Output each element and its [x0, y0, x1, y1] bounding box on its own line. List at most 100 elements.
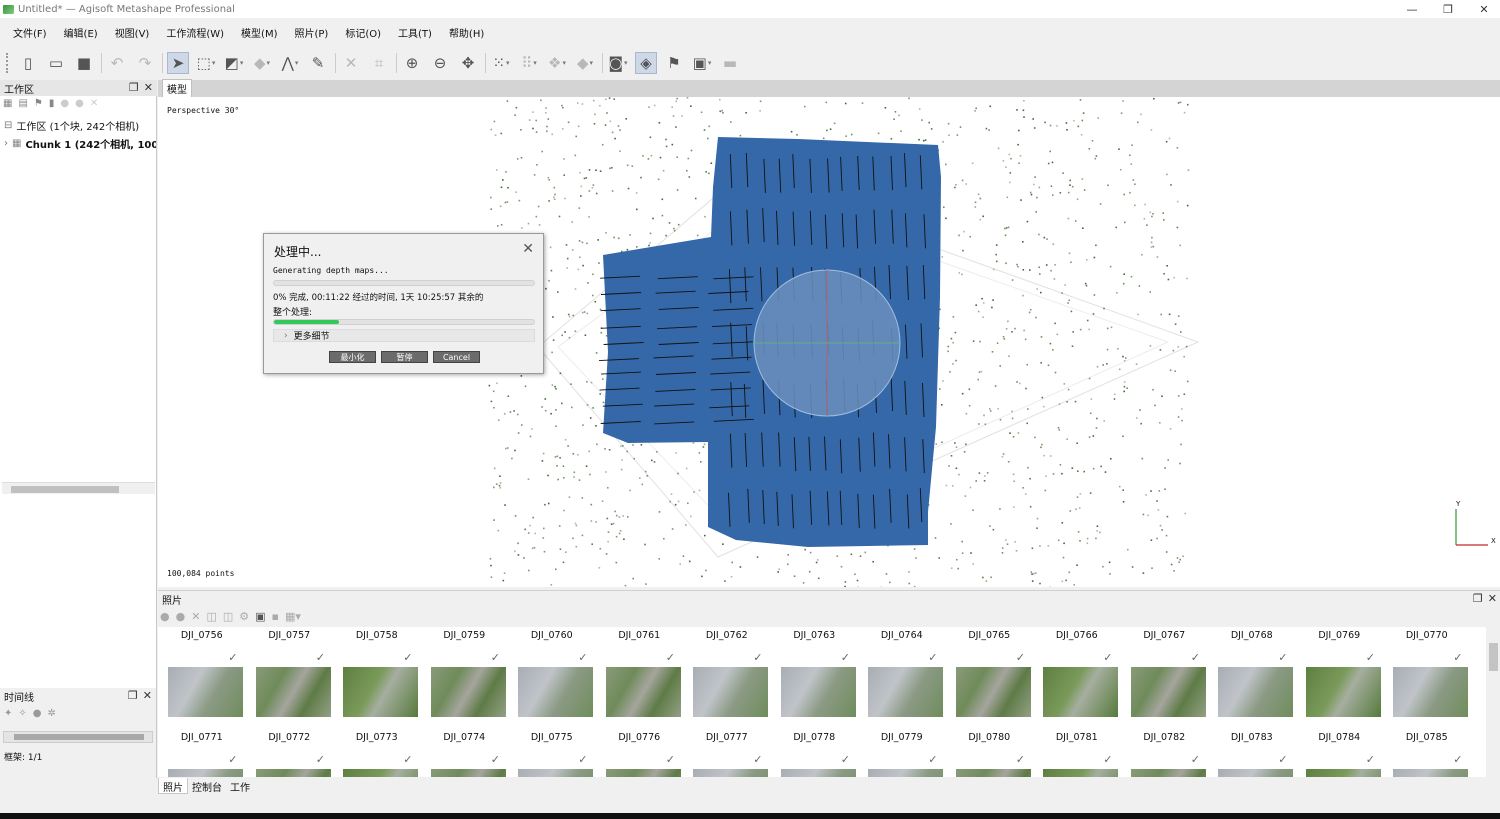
zoom-in-icon[interactable]: ⊕ — [401, 52, 423, 74]
menu-view[interactable]: 视图(V) — [115, 25, 150, 40]
ortho-icon[interactable]: ▬ — [719, 52, 741, 74]
photo-thumbnail[interactable]: DJI_0781 ✓ — [1033, 729, 1121, 777]
photo-thumbnail[interactable]: DJI_0760 ✓ — [508, 627, 596, 729]
show-cameras-icon[interactable]: ⁙ — [490, 52, 512, 74]
timeline-close-icon[interactable]: ✕ — [143, 689, 152, 702]
draw-polyline-icon[interactable]: ⋀ — [279, 52, 301, 74]
photos-close-icon[interactable]: ✕ — [1488, 592, 1497, 605]
workspace-hscroll-thumb[interactable] — [11, 486, 119, 493]
photo-image[interactable] — [430, 769, 506, 777]
tab-jobs[interactable]: 工作 — [226, 778, 254, 794]
photo-image[interactable] — [955, 667, 1031, 717]
photo-thumbnail[interactable]: DJI_0775 ✓ — [508, 729, 596, 777]
photo-image[interactable] — [518, 769, 593, 777]
redo-icon[interactable]: ↷ — [134, 52, 156, 74]
photo-image[interactable] — [518, 667, 593, 717]
photo-image[interactable] — [780, 769, 856, 777]
photo-image[interactable] — [343, 667, 418, 717]
dialog-close-icon[interactable]: ✕ — [522, 241, 534, 257]
photo-image[interactable] — [693, 769, 768, 777]
photo-image[interactable] — [1130, 667, 1206, 717]
photo-thumbnail[interactable]: DJI_0782 ✓ — [1121, 729, 1209, 777]
rectangle-selection-icon[interactable]: ⬚ — [195, 52, 217, 74]
photo-thumbnail[interactable]: DJI_0762 ✓ — [683, 627, 771, 729]
tab-photos[interactable]: 照片 — [158, 778, 188, 794]
close-pane-icon[interactable]: ✕ — [144, 81, 153, 94]
photo-image[interactable] — [955, 769, 1031, 777]
photo-thumbnail[interactable]: DJI_0779 ✓ — [858, 729, 946, 777]
photo-image[interactable] — [605, 769, 681, 777]
photo-image[interactable] — [693, 667, 768, 717]
photo-image[interactable] — [1305, 769, 1381, 777]
menu-model[interactable]: 模型(M) — [241, 25, 277, 40]
workspace-hscrollbar[interactable] — [2, 482, 155, 494]
timeline-add-icon[interactable]: ✦ — [4, 708, 12, 719]
intelligent-scissors-icon[interactable]: ◩ — [223, 52, 245, 74]
menu-help[interactable]: 帮助(H) — [449, 25, 484, 40]
toolbar-grip[interactable] — [6, 53, 9, 73]
tab-console[interactable]: 控制台 — [188, 778, 226, 794]
photo-image[interactable] — [605, 667, 681, 717]
capture-view-icon[interactable]: ◙ — [607, 52, 629, 74]
add-chunk-icon[interactable]: ▦ — [3, 98, 12, 109]
expand-arrow-icon[interactable]: › — [4, 138, 8, 149]
view-mode-icon[interactable]: ▦▾ — [285, 610, 301, 623]
timeline-slider[interactable] — [3, 731, 153, 743]
photo-thumbnail[interactable]: DJI_0785 ✓ — [1383, 729, 1471, 777]
show-model-icon[interactable]: ◆ — [574, 52, 596, 74]
new-icon[interactable]: ▯ — [17, 52, 39, 74]
disable-icon[interactable]: ● — [75, 98, 84, 109]
photo-thumbnail[interactable]: DJI_0777 ✓ — [683, 729, 771, 777]
add-marker-icon[interactable]: ▮ — [49, 98, 55, 109]
photo-image[interactable] — [168, 769, 243, 777]
filter-icon[interactable]: ⚙ — [239, 610, 249, 623]
minimize-button[interactable]: 最小化 — [329, 351, 376, 363]
navigation-icon[interactable]: ➤ — [167, 52, 189, 74]
photo-image[interactable] — [868, 667, 943, 717]
show-points-icon[interactable]: ⠿ — [518, 52, 540, 74]
menu-file[interactable]: 文件(F) — [13, 25, 47, 40]
workspace-tree-root[interactable]: ⊟ 工作区 (1个块, 242个相机) — [4, 118, 139, 133]
photo-thumbnail[interactable]: DJI_0771 ✓ — [158, 729, 246, 777]
photo-thumbnail[interactable]: DJI_0784 ✓ — [1296, 729, 1384, 777]
photo-image[interactable] — [780, 667, 856, 717]
remove-camera-icon[interactable]: ✕ — [191, 610, 200, 623]
photo-thumbnail[interactable]: DJI_0758 ✓ — [333, 627, 421, 729]
disable-camera-icon[interactable]: ● — [176, 610, 186, 623]
float-pane-icon[interactable]: ❐ — [129, 81, 139, 94]
photo-image[interactable] — [430, 667, 506, 717]
shapes-icon[interactable]: ◈ — [635, 52, 657, 74]
image-icon[interactable]: ▣ — [691, 52, 713, 74]
tab-model[interactable]: 模型 — [162, 79, 192, 98]
restore-window-button[interactable]: ❐ — [1440, 3, 1456, 16]
more-details-toggle[interactable]: › 更多细节 — [273, 329, 535, 342]
menu-tools[interactable]: 工具(T) — [398, 25, 432, 40]
photo-thumbnail[interactable]: DJI_0770 ✓ — [1383, 627, 1471, 729]
photos-vscroll-thumb[interactable] — [1489, 643, 1498, 671]
photo-thumbnail[interactable]: DJI_0764 ✓ — [858, 627, 946, 729]
timeline-slider-thumb[interactable] — [14, 734, 144, 740]
save-icon[interactable]: ■ — [73, 52, 95, 74]
menu-workflow[interactable]: 工作流程(W) — [166, 25, 224, 40]
photo-thumbnail[interactable]: DJI_0776 ✓ — [596, 729, 684, 777]
add-photos-icon[interactable]: ▤ — [18, 98, 27, 109]
minimize-window-button[interactable]: — — [1404, 3, 1420, 16]
photo-image[interactable] — [1218, 667, 1293, 717]
photo-thumbnail[interactable]: DJI_0756 ✓ — [158, 627, 246, 729]
photo-image[interactable] — [343, 769, 418, 777]
image-quality-icon[interactable]: ▪ — [272, 610, 279, 623]
rotate-left-icon[interactable]: ◫ — [206, 610, 216, 623]
photo-thumbnail[interactable]: DJI_0767 ✓ — [1121, 627, 1209, 729]
menu-markers[interactable]: 标记(O) — [345, 25, 381, 40]
photo-image[interactable] — [255, 769, 331, 777]
open-icon[interactable]: ▭ — [45, 52, 67, 74]
rotate-right-icon[interactable]: ◫ — [223, 610, 233, 623]
photo-thumbnail[interactable]: DJI_0780 ✓ — [946, 729, 1034, 777]
photo-image[interactable] — [1305, 667, 1381, 717]
photos-vscrollbar[interactable] — [1487, 627, 1500, 777]
photo-thumbnail[interactable]: DJI_0774 ✓ — [421, 729, 509, 777]
enable-camera-icon[interactable]: ● — [160, 610, 170, 623]
photo-thumbnail[interactable]: DJI_0763 ✓ — [771, 627, 859, 729]
timeline-float-icon[interactable]: ❐ — [128, 689, 138, 702]
menu-edit[interactable]: 编辑(E) — [64, 25, 98, 40]
